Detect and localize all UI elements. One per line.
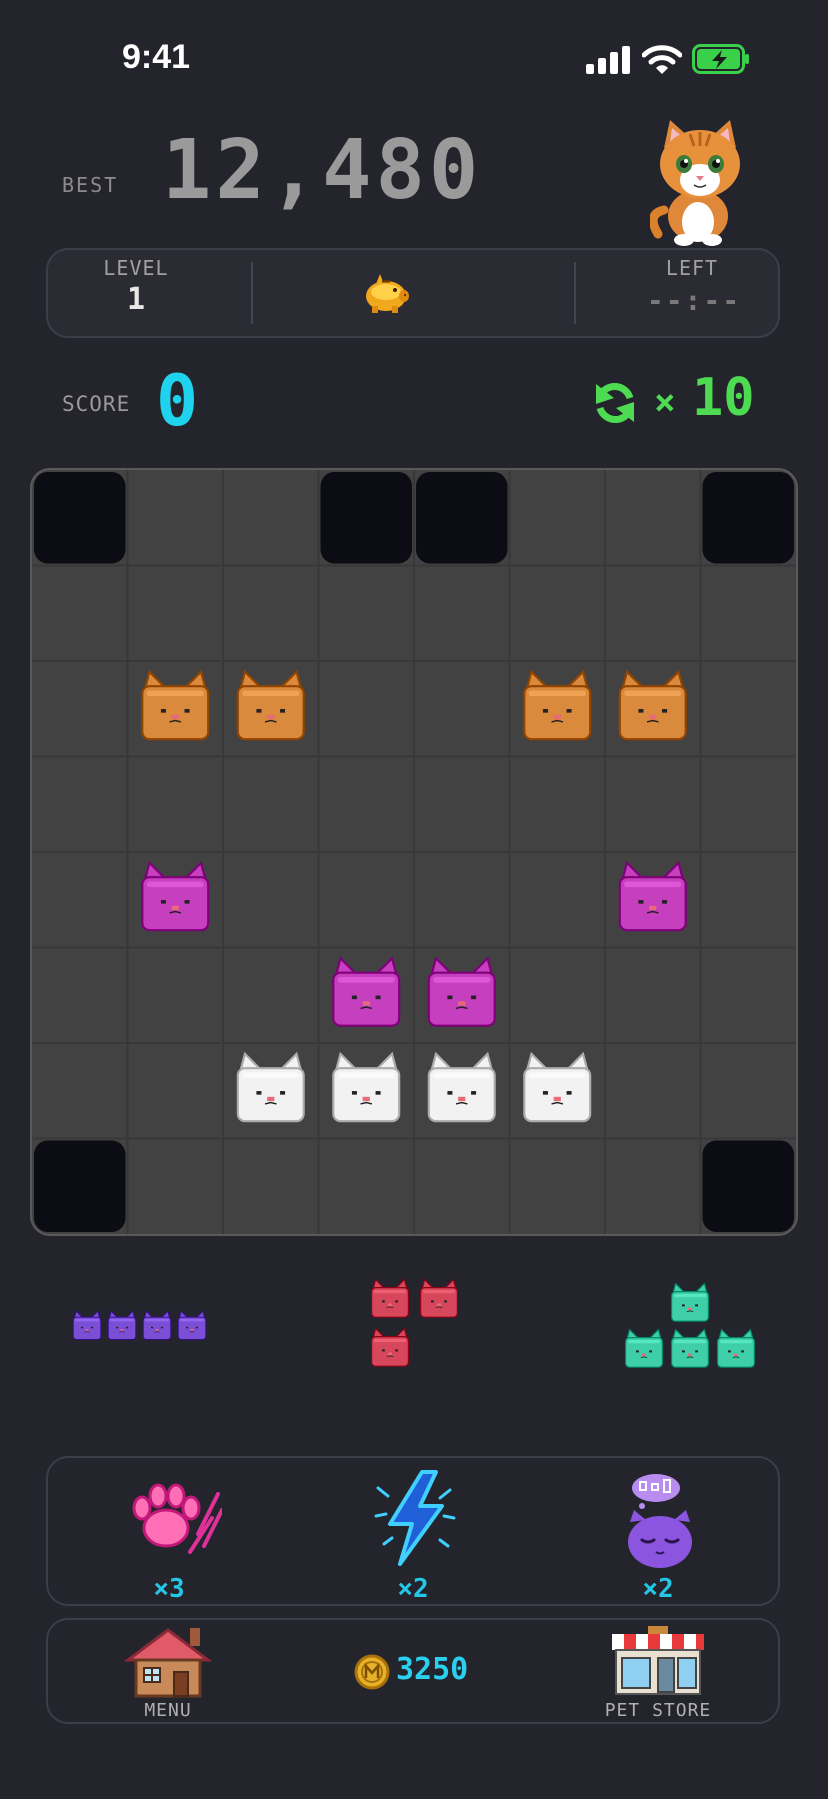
tray-cat-red[interactable] bbox=[420, 1278, 458, 1318]
piece-teal-t[interactable] bbox=[624, 1282, 762, 1374]
cat-block-orange[interactable] bbox=[141, 669, 210, 741]
piggy-bank-icon[interactable] bbox=[362, 272, 410, 314]
cellular-signal-icon bbox=[586, 46, 630, 74]
tray-cat-purple[interactable] bbox=[107, 1310, 137, 1340]
best-score-value: 12,480 bbox=[162, 123, 483, 218]
cat-block-white[interactable] bbox=[236, 1051, 305, 1123]
best-score-label: BEST bbox=[62, 173, 119, 197]
tray-cat-teal[interactable] bbox=[625, 1328, 663, 1368]
tray-cat-teal[interactable] bbox=[717, 1328, 755, 1368]
powerup-count-paw: ×3 bbox=[153, 1574, 185, 1604]
level-label: LEVEL bbox=[103, 256, 169, 280]
board-grid bbox=[32, 470, 796, 1234]
time-left-label: LEFT bbox=[665, 256, 719, 280]
refresh-count: 10 bbox=[692, 368, 755, 428]
tray-cat-teal[interactable] bbox=[671, 1282, 709, 1322]
panel-divider bbox=[251, 262, 253, 324]
pet-store-icon[interactable] bbox=[608, 1624, 708, 1698]
time-left-value: --:-- bbox=[646, 284, 742, 317]
cat-block-white[interactable] bbox=[523, 1051, 592, 1123]
tray-cat-red[interactable] bbox=[371, 1327, 409, 1367]
cat-block-white[interactable] bbox=[332, 1051, 401, 1123]
coin-icon bbox=[354, 1654, 390, 1690]
blocked-cell bbox=[320, 471, 413, 564]
paw-scratch-icon[interactable] bbox=[118, 1474, 222, 1560]
tray-cat-teal[interactable] bbox=[671, 1328, 709, 1368]
piece-purple-line[interactable] bbox=[72, 1310, 212, 1345]
wifi-icon bbox=[642, 45, 682, 74]
cat-block-orange[interactable] bbox=[618, 669, 687, 741]
cat-block-magenta[interactable] bbox=[141, 860, 210, 932]
tray-cat-red[interactable] bbox=[371, 1278, 409, 1318]
coin-balance: 3250 bbox=[396, 1652, 469, 1687]
battery-charging-icon bbox=[692, 44, 749, 74]
score-value: 0 bbox=[156, 360, 199, 442]
powerup-count-dream: ×2 bbox=[642, 1574, 674, 1604]
blocked-cell bbox=[702, 471, 795, 564]
cat-block-magenta[interactable] bbox=[427, 956, 496, 1027]
refresh-multiplier: × bbox=[654, 382, 676, 423]
orange-cat-mascot-icon bbox=[650, 120, 740, 246]
level-value: 1 bbox=[126, 282, 146, 317]
cat-block-magenta[interactable] bbox=[332, 956, 401, 1027]
refresh-icon[interactable] bbox=[590, 378, 640, 428]
cat-block-magenta[interactable] bbox=[618, 860, 687, 932]
powerup-count-lightning: ×2 bbox=[397, 1574, 429, 1604]
blocked-cell bbox=[33, 471, 126, 564]
house-menu-icon[interactable] bbox=[124, 1624, 212, 1698]
status-time: 9:41 bbox=[122, 38, 191, 76]
tray-cat-purple[interactable] bbox=[72, 1310, 102, 1340]
pet-store-button-label[interactable]: PET STORE bbox=[588, 1700, 728, 1721]
dreaming-cat-icon[interactable] bbox=[622, 1470, 698, 1570]
tray-cat-purple[interactable] bbox=[142, 1310, 172, 1340]
blocked-cell bbox=[415, 471, 508, 564]
cat-block-orange[interactable] bbox=[236, 669, 305, 741]
cat-block-orange[interactable] bbox=[523, 669, 592, 741]
game-board[interactable] bbox=[30, 468, 798, 1236]
blocked-cell bbox=[33, 1140, 126, 1233]
blocked-cell bbox=[702, 1140, 795, 1233]
cat-block-white[interactable] bbox=[427, 1051, 496, 1123]
piece-red-l[interactable] bbox=[370, 1278, 468, 1376]
panel-divider bbox=[574, 262, 576, 324]
lightning-icon[interactable] bbox=[370, 1468, 460, 1568]
menu-button-label[interactable]: MENU bbox=[110, 1700, 226, 1721]
tray-cat-purple[interactable] bbox=[177, 1310, 207, 1340]
score-label: SCORE bbox=[62, 392, 131, 416]
